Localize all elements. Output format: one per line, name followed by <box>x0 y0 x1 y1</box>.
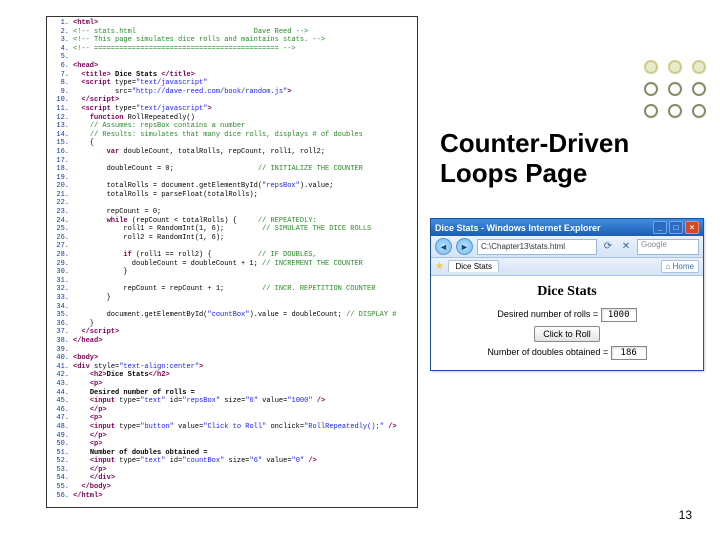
browser-tabbar: ★ Dice Stats ⌂ Home <box>431 258 703 276</box>
close-icon[interactable]: × <box>685 221 699 234</box>
decorative-dots <box>644 60 706 126</box>
code-line: 22. <box>51 199 413 208</box>
code-line: 9. src="http://dave-reed.com/book/random… <box>51 88 413 97</box>
code-line: 7. <title> Dice Stats </title> <box>51 71 413 80</box>
code-line: 33. } <box>51 294 413 303</box>
title-line-1: Counter-Driven <box>440 128 629 158</box>
browser-content: Dice Stats Desired number of rolls = 100… <box>431 276 703 370</box>
code-listing-panel: 1.<html>2.<!-- stats.html Dave Reed -->3… <box>46 16 418 508</box>
code-line: 49. </p> <box>51 432 413 441</box>
code-line: 46. </p> <box>51 406 413 415</box>
code-line: 35. document.getElementById("countBox").… <box>51 311 413 320</box>
code-line: 42. <h2>Dice Stats</h2> <box>51 371 413 380</box>
code-line: 44. Desired number of rolls = <box>51 389 413 398</box>
code-line: 41.<div style="text-align:center"> <box>51 363 413 372</box>
code-line: 32. repCount = repCount + 1; // INCR. RE… <box>51 285 413 294</box>
code-line: 1.<html> <box>51 19 413 28</box>
code-line: 20. totalRolls = document.getElementById… <box>51 182 413 191</box>
code-line: 48. <input type="button" value="Click to… <box>51 423 413 432</box>
code-line: 6.<head> <box>51 62 413 71</box>
code-line: 27. <box>51 242 413 251</box>
code-line: 25. roll1 = RandomInt(1, 6); // SIMULATE… <box>51 225 413 234</box>
code-line: 30. } <box>51 268 413 277</box>
home-icon: ⌂ <box>666 262 671 271</box>
code-line: 4.<!-- =================================… <box>51 45 413 54</box>
home-button[interactable]: ⌂ Home <box>661 260 699 273</box>
code-line: 54. </div> <box>51 474 413 483</box>
input-doubles[interactable]: 186 <box>611 346 647 360</box>
back-icon[interactable]: ◄ <box>435 238 452 255</box>
minimize-icon[interactable]: _ <box>653 221 667 234</box>
code-line: 24. while (repCount < totalRolls) { // R… <box>51 217 413 226</box>
title-line-2: Loops Page <box>440 158 629 188</box>
maximize-icon[interactable]: □ <box>669 221 683 234</box>
code-line: 43. <p> <box>51 380 413 389</box>
code-line: 52. <input type="text" id="countBox" siz… <box>51 457 413 466</box>
code-line: 3.<!-- This page simulates dice rolls an… <box>51 36 413 45</box>
browser-toolbar: ◄ ► C:\Chapter13\stats.html ⟳ ✕ Google <box>431 236 703 258</box>
browser-window: Dice Stats - Windows Internet Explorer _… <box>430 218 704 371</box>
code-line: 34. <box>51 303 413 312</box>
address-bar[interactable]: C:\Chapter13\stats.html <box>477 239 597 255</box>
code-line: 23. repCount = 0; <box>51 208 413 217</box>
code-line: 50. <p> <box>51 440 413 449</box>
code-line: 45. <input type="text" id="repsBox" size… <box>51 397 413 406</box>
code-line: 51. Number of doubles obtained = <box>51 449 413 458</box>
code-line: 29. doubleCount = doubleCount + 1; // IN… <box>51 260 413 269</box>
code-line: 37. </script> <box>51 328 413 337</box>
code-line: 39. <box>51 346 413 355</box>
code-line: 28. if (roll1 == roll2) { // IF DOUBLES, <box>51 251 413 260</box>
label-rolls: Desired number of rolls = <box>497 309 598 319</box>
code-line: 19. <box>51 174 413 183</box>
code-line: 47. <p> <box>51 414 413 423</box>
browser-tab[interactable]: Dice Stats <box>448 260 498 272</box>
refresh-icon[interactable]: ⟳ <box>601 240 615 254</box>
code-line: 55. </body> <box>51 483 413 492</box>
code-line: 15. { <box>51 139 413 148</box>
input-rolls[interactable]: 1000 <box>601 308 637 322</box>
code-line: 31. <box>51 277 413 286</box>
search-box[interactable]: Google <box>637 239 699 255</box>
code-line: 8. <script type="text/javascript" <box>51 79 413 88</box>
slide-title: Counter-Driven Loops Page <box>440 128 629 188</box>
page-heading: Dice Stats <box>437 284 697 300</box>
code-listing: 1.<html>2.<!-- stats.html Dave Reed -->3… <box>47 17 417 502</box>
code-line: 21. totalRolls = parseFloat(totalRolls); <box>51 191 413 200</box>
code-line: 26. roll2 = RandomInt(1, 6); <box>51 234 413 243</box>
code-line: 40.<body> <box>51 354 413 363</box>
code-line: 14. // Results: simulates that many dice… <box>51 131 413 140</box>
code-line: 2.<!-- stats.html Dave Reed --> <box>51 28 413 37</box>
code-line: 36. } <box>51 320 413 329</box>
browser-titlebar: Dice Stats - Windows Internet Explorer _… <box>431 219 703 236</box>
forward-icon[interactable]: ► <box>456 238 473 255</box>
code-line: 38.</head> <box>51 337 413 346</box>
code-line: 53. </p> <box>51 466 413 475</box>
code-line: 16. var doubleCount, totalRolls, repCoun… <box>51 148 413 157</box>
roll-button[interactable]: Click to Roll <box>534 326 600 342</box>
code-line: 12. function RollRepeatedly() <box>51 114 413 123</box>
code-line: 17. <box>51 157 413 166</box>
code-line: 5. <box>51 53 413 62</box>
window-title: Dice Stats - Windows Internet Explorer <box>435 223 600 233</box>
label-doubles: Number of doubles obtained = <box>487 347 608 357</box>
code-line: 18. doubleCount = 0; // INITIALIZE THE C… <box>51 165 413 174</box>
code-line: 11. <script type="text/javascript"> <box>51 105 413 114</box>
code-line: 10. </script> <box>51 96 413 105</box>
code-line: 56.</html> <box>51 492 413 501</box>
stop-icon[interactable]: ✕ <box>619 240 633 254</box>
page-number: 13 <box>679 508 692 522</box>
favorites-icon[interactable]: ★ <box>435 261 444 272</box>
code-line: 13. // Assumes: repsBox contains a numbe… <box>51 122 413 131</box>
